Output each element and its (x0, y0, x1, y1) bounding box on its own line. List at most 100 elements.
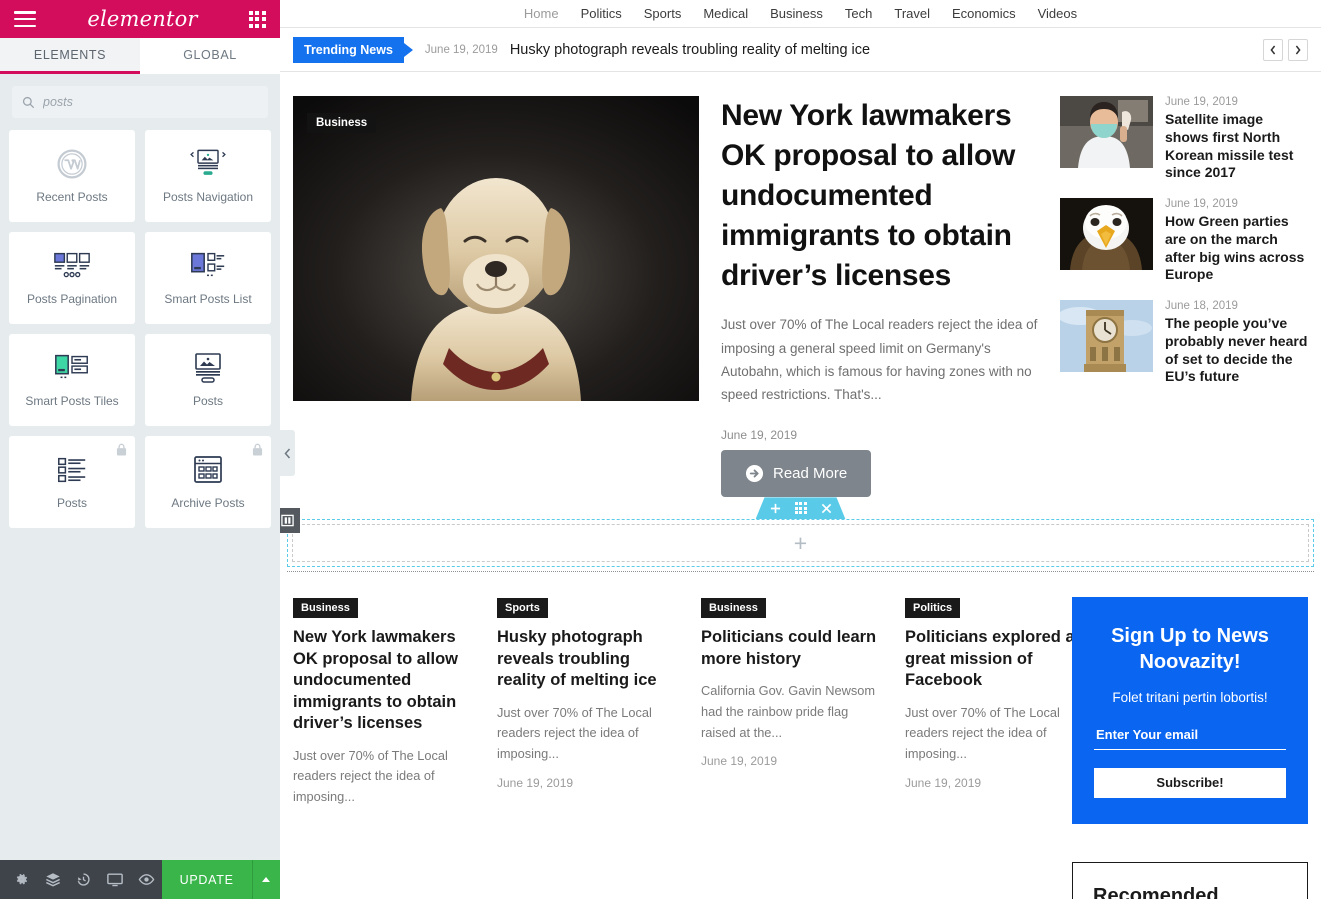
card-category-badge: Sports (497, 598, 548, 619)
widget-posts-pro[interactable]: Posts (9, 436, 135, 528)
gear-icon (16, 873, 28, 885)
column-handle[interactable] (280, 508, 300, 534)
update-button[interactable]: UPDATE (161, 860, 252, 899)
card-title[interactable]: Politicians could learn more history (701, 627, 879, 670)
card-category-badge: Business (293, 598, 358, 619)
card-title[interactable]: New York lawmakers OK proposal to allow … (293, 627, 471, 734)
card-excerpt: Just over 70% of The Local readers rejec… (497, 704, 652, 762)
settings-button[interactable] (6, 860, 37, 899)
hero-category-badge: Business (307, 113, 377, 133)
panel-header: elementor (0, 0, 280, 38)
side-post-title[interactable]: Satellite image shows first North Korean… (1165, 111, 1308, 182)
tab-global[interactable]: GLOBAL (140, 38, 280, 74)
nav-item-business[interactable]: Business (770, 6, 823, 21)
widget-archive-posts[interactable]: Archive Posts (145, 436, 271, 528)
widget-posts-navigation[interactable]: Posts Navigation (145, 130, 271, 222)
nav-item-travel[interactable]: Travel (894, 6, 930, 21)
trending-arrow-shape (403, 42, 413, 57)
trending-title[interactable]: Husky photograph reveals troubling reali… (510, 42, 870, 58)
section-dropzone[interactable]: + (280, 508, 1314, 568)
archive-posts-icon (192, 453, 224, 487)
widget-recent-posts[interactable]: Recent Posts (9, 130, 135, 222)
nav-item-home[interactable]: Home (524, 6, 559, 21)
nav-item-politics[interactable]: Politics (581, 6, 622, 21)
card-category-badge: Politics (905, 598, 961, 619)
history-icon (77, 873, 90, 886)
nav-item-economics[interactable]: Economics (952, 6, 1016, 21)
posts-list-icon (55, 453, 89, 487)
widget-posts-pagination[interactable]: Posts Pagination (9, 232, 135, 324)
caret-up-icon (262, 877, 271, 882)
recommended-title: Recomended (1093, 885, 1219, 899)
add-widget-button[interactable]: + (794, 531, 807, 555)
nav-item-videos[interactable]: Videos (1038, 6, 1078, 21)
drag-handle-icon (795, 502, 807, 514)
hero-excerpt: Just over 70% of The Local readers rejec… (721, 317, 1038, 403)
eye-icon (138, 874, 154, 885)
panel-collapse-button[interactable] (280, 430, 295, 476)
trending-prev-button[interactable] (1263, 38, 1283, 61)
side-post-title[interactable]: The people you’ve probably never heard o… (1165, 315, 1308, 386)
tab-elements[interactable]: ELEMENTS (0, 38, 140, 74)
hero-image[interactable]: Business (293, 96, 699, 401)
nav-item-medical[interactable]: Medical (703, 6, 748, 21)
remove-section-button[interactable] (821, 503, 832, 514)
column-dropzone[interactable]: + (292, 524, 1309, 563)
responsive-mode-button[interactable] (99, 860, 130, 899)
hamburger-icon[interactable] (14, 11, 36, 27)
trending-news-bar: Trending News June 19, 2019 Husky photog… (280, 28, 1321, 72)
layers-icon (45, 873, 60, 887)
post-card[interactable]: Sports Husky photograph reveals troublin… (497, 598, 675, 818)
lock-icon (116, 443, 127, 456)
widget-grid: Recent Posts Posts Navigation Posts Pagi… (0, 126, 280, 538)
nav-item-sports[interactable]: Sports (644, 6, 682, 21)
widget-label: Recent Posts (36, 190, 108, 205)
edit-section-handle[interactable] (795, 502, 807, 514)
chevron-left-icon (284, 448, 291, 458)
monitor-icon (107, 873, 123, 886)
post-card[interactable]: Politics Politicians explored a great mi… (905, 598, 1083, 818)
widget-posts[interactable]: Posts (145, 334, 271, 426)
side-post-item[interactable]: June 19, 2019 How Green parties are on t… (1060, 198, 1308, 284)
add-section-button[interactable] (770, 503, 781, 514)
post-card[interactable]: Business New York lawmakers OK proposal … (293, 598, 471, 818)
nav-item-tech[interactable]: Tech (845, 6, 872, 21)
hero-title[interactable]: New York lawmakers OK proposal to allow … (721, 96, 1038, 295)
preview-button[interactable] (131, 860, 162, 899)
widget-smart-posts-tiles[interactable]: Smart Posts Tiles (9, 334, 135, 426)
subscribe-button[interactable]: Subscribe! (1094, 767, 1286, 798)
dog-photo (293, 96, 699, 401)
card-title[interactable]: Husky photograph reveals troubling reali… (497, 627, 675, 691)
signup-title: Sign Up to News Noovazity! (1111, 625, 1269, 674)
arrow-right-circle-icon (745, 465, 764, 483)
widget-label: Smart Posts Tiles (25, 394, 119, 409)
side-post-date: June 19, 2019 (1165, 96, 1238, 108)
side-post-title[interactable]: How Green parties are on the march after… (1165, 213, 1308, 284)
section-toolbar (756, 497, 846, 519)
recommended-widget: Recomended (1072, 862, 1308, 899)
signup-email-input[interactable] (1094, 726, 1286, 750)
grid-icon[interactable] (248, 10, 266, 28)
trending-next-button[interactable] (1288, 38, 1308, 61)
navigator-button[interactable] (37, 860, 68, 899)
widget-label: Posts Navigation (162, 190, 254, 205)
plus-icon (770, 503, 781, 514)
chevron-right-icon (1295, 45, 1301, 54)
widget-label: Smart Posts List (164, 292, 252, 307)
hero-date: June 19, 2019 (721, 428, 798, 443)
signup-widget: Sign Up to News Noovazity! Folet tritani… (1072, 597, 1308, 824)
lab-technician-photo (1060, 96, 1153, 168)
history-button[interactable] (68, 860, 99, 899)
post-card[interactable]: Business Politicians could learn more hi… (701, 598, 879, 818)
lock-icon (252, 443, 263, 456)
read-more-button[interactable]: Read More (721, 450, 872, 498)
trending-badge: Trending News (293, 36, 404, 63)
widget-smart-posts-list[interactable]: Smart Posts List (145, 232, 271, 324)
smart-posts-list-icon (188, 249, 228, 283)
update-options-button[interactable] (251, 860, 280, 899)
side-post-item[interactable]: June 18, 2019 The people you’ve probably… (1060, 300, 1308, 386)
search-input[interactable] (43, 95, 258, 109)
card-title[interactable]: Politicians explored a great mission of … (905, 627, 1083, 691)
side-post-item[interactable]: June 19, 2019 Satellite image shows firs… (1060, 96, 1308, 182)
widget-label: Posts (192, 394, 223, 409)
